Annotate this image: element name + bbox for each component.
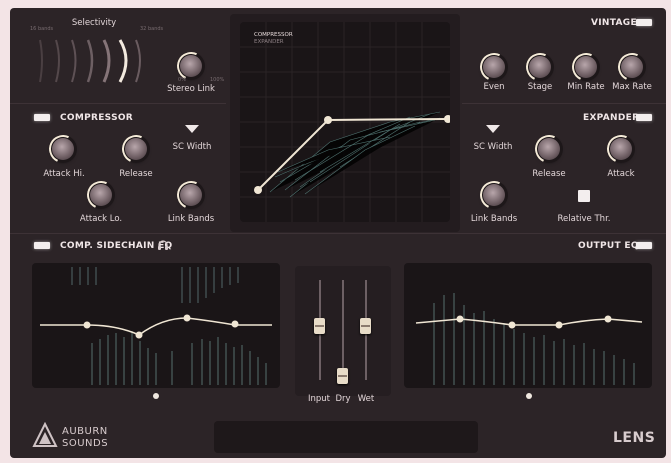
stage-knob[interactable] [522, 49, 558, 85]
compressor-sc-width-label: SC Width [172, 142, 212, 152]
expander-title: EXPANDER [583, 113, 640, 123]
compressor-sc-width-arrow[interactable] [185, 125, 199, 133]
wet-label: Wet [357, 394, 375, 404]
transfer-curve-display[interactable]: COMPRESSOR EXPANDER [240, 22, 450, 222]
selectivity-label: Selectivity [71, 18, 117, 28]
expander-link-bands-knob[interactable] [476, 177, 512, 213]
input-fader[interactable] [314, 318, 325, 334]
min-rate-label: Min Rate [567, 82, 605, 92]
divider [462, 103, 666, 104]
compressor-title: COMPRESSOR [60, 113, 134, 123]
output-eq-title: OUTPUT EQ [578, 241, 639, 251]
display-mode-compressor[interactable]: COMPRESSOR [254, 32, 293, 38]
output-eq-toggle[interactable] [636, 242, 652, 249]
plugin-window: Selectivity 16 bands 32 bands 0% 100% St… [10, 8, 666, 458]
message-bar [214, 421, 478, 453]
even-knob[interactable] [476, 49, 512, 85]
relative-thr-label: Relative Thr. [557, 214, 611, 224]
even-label: Even [483, 82, 505, 92]
sidechain-eq-page-dot[interactable] [153, 393, 159, 399]
selectivity-selector[interactable] [32, 34, 162, 90]
expander-release-label: Release [532, 169, 566, 179]
display-mode-expander[interactable]: EXPANDER [254, 39, 284, 45]
attack-hi-knob[interactable] [45, 131, 81, 167]
compressor-link-bands-label: Link Bands [167, 214, 215, 224]
divider [10, 233, 666, 234]
selectivity-low-label: 16 bands [30, 26, 54, 32]
min-rate-knob[interactable] [568, 49, 604, 85]
max-rate-knob[interactable] [614, 49, 650, 85]
attack-lo-label: Attack Lo. [79, 214, 123, 224]
compressor-release-knob[interactable] [118, 131, 154, 167]
output-eq-page-dot[interactable] [526, 393, 532, 399]
divider [10, 103, 226, 104]
selectivity-high-label: 32 bands [140, 26, 164, 32]
input-label: Input [307, 394, 331, 404]
stereo-link-knob[interactable] [173, 48, 209, 84]
relative-thr-checkbox[interactable] [578, 190, 590, 202]
sidechain-eq-toggle[interactable] [34, 242, 50, 249]
output-eq-display[interactable] [404, 263, 652, 388]
wet-fader[interactable] [360, 318, 371, 334]
stereo-max-label: 100% [210, 77, 225, 83]
max-rate-label: Max Rate [612, 82, 652, 92]
sidechain-eq-display[interactable] [32, 263, 280, 388]
expander-toggle[interactable] [636, 114, 652, 121]
vintage-title: VINTAGE [591, 18, 637, 28]
expander-sc-width-label: SC Width [473, 142, 513, 152]
expander-release-knob[interactable] [531, 131, 567, 167]
vintage-toggle[interactable] [636, 19, 652, 26]
headphones-icon[interactable] [157, 240, 169, 251]
dry-fader-track [342, 280, 344, 380]
stage-label: Stage [527, 82, 553, 92]
expander-attack-label: Attack [607, 169, 635, 179]
dry-fader[interactable] [337, 368, 348, 384]
compressor-release-label: Release [119, 169, 153, 179]
compressor-toggle[interactable] [34, 114, 50, 121]
auburn-logo-icon [32, 422, 58, 447]
brand-line1: AUBURN [62, 426, 108, 437]
compressor-link-bands-knob[interactable] [173, 177, 209, 213]
expander-sc-width-arrow[interactable] [486, 125, 500, 133]
product-logo: LENS [613, 430, 656, 446]
brand-line2: SOUNDS [62, 438, 109, 449]
stereo-link-label: Stereo Link [167, 84, 215, 94]
expander-link-bands-label: Link Bands [470, 214, 518, 224]
expander-attack-knob[interactable] [603, 131, 639, 167]
stereo-min-label: 0% [178, 77, 186, 83]
attack-hi-label: Attack Hi. [43, 169, 85, 179]
attack-lo-knob[interactable] [83, 177, 119, 213]
dry-label: Dry [335, 394, 351, 404]
sidechain-eq-title: COMP. SIDECHAIN EQ [60, 241, 173, 251]
